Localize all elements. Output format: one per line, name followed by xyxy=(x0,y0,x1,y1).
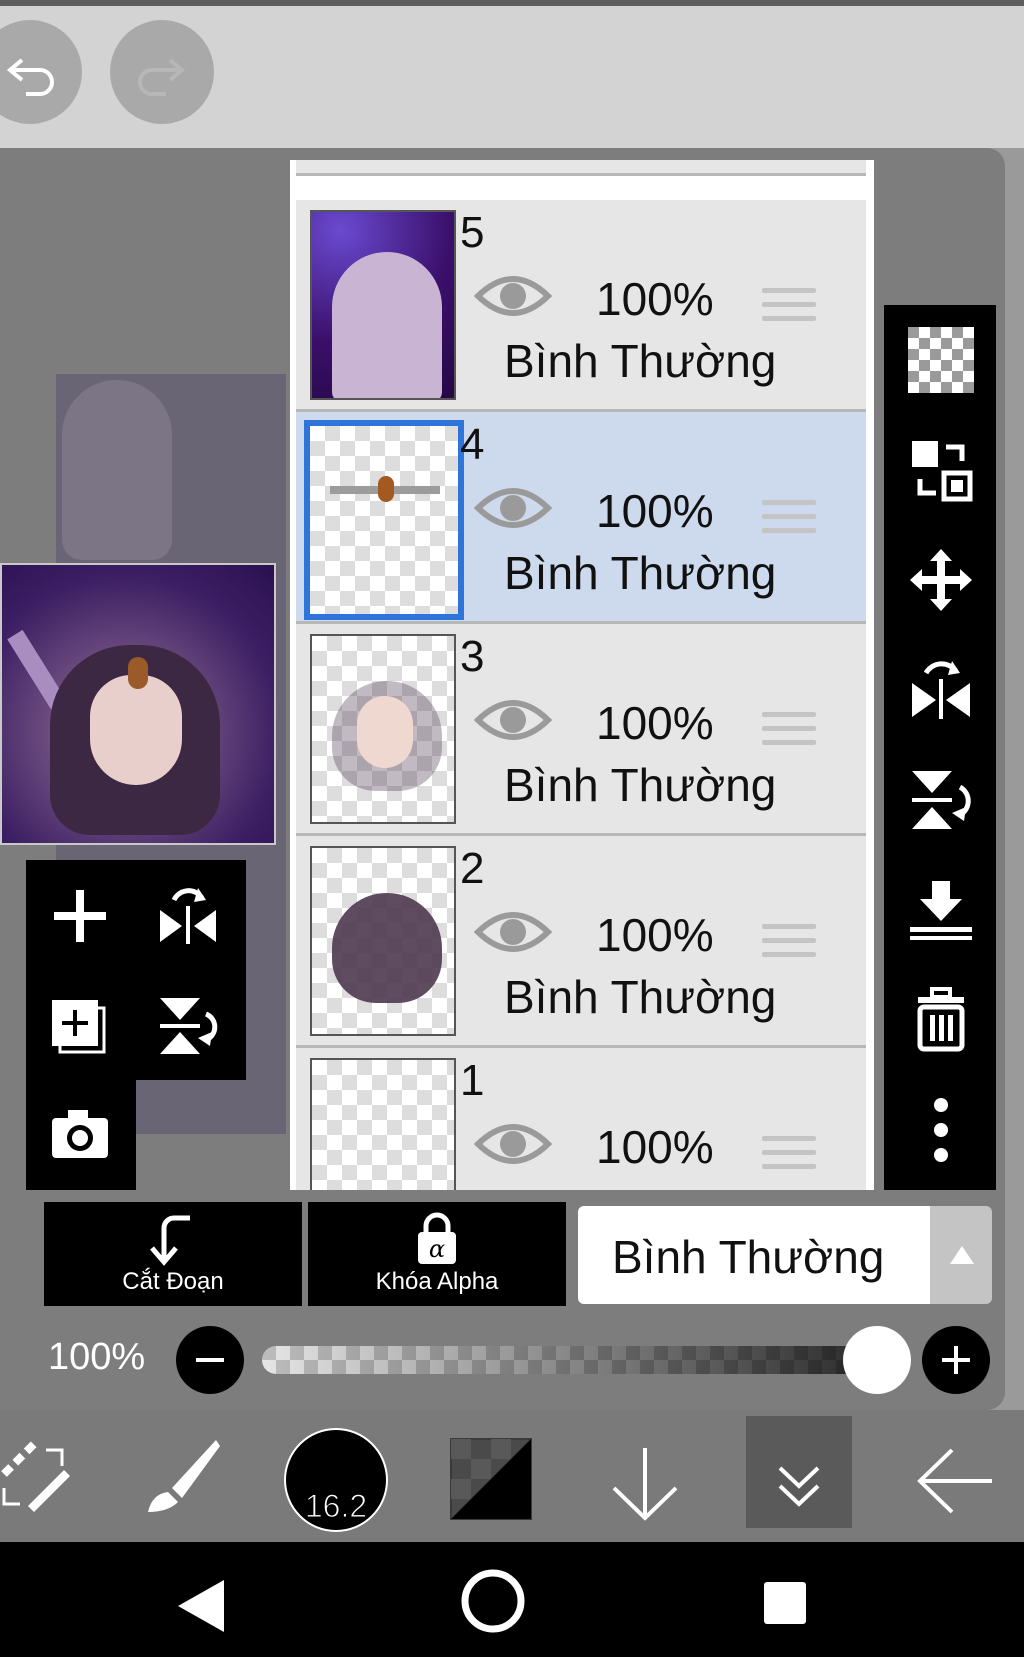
undo-icon xyxy=(6,58,54,96)
caret-up-icon xyxy=(950,1246,974,1264)
preview-face xyxy=(90,675,182,785)
alpha-lock-button[interactable]: α Khóa Alpha xyxy=(308,1202,566,1306)
redo-icon xyxy=(138,58,186,96)
blend-mode-dropdown-button[interactable] xyxy=(930,1206,992,1304)
layer-row[interactable]: 1 100% xyxy=(296,1048,866,1190)
blend-mode-select[interactable]: Bình Thường xyxy=(578,1206,930,1304)
flip-vertical-icon[interactable] xyxy=(158,996,218,1056)
more-options-icon[interactable] xyxy=(908,1097,974,1163)
layer-blend-mode: Bình Thường xyxy=(504,547,777,599)
eye-icon[interactable] xyxy=(474,480,552,536)
top-bar xyxy=(0,0,1024,148)
canvas-preview[interactable] xyxy=(0,563,276,845)
brush-tool-icon[interactable] xyxy=(142,1436,222,1516)
lock-icon: α xyxy=(418,1212,456,1264)
drag-handle-icon[interactable] xyxy=(762,712,816,754)
arrow-down-icon[interactable] xyxy=(610,1446,680,1522)
eye-icon[interactable] xyxy=(474,268,552,324)
clip-button[interactable]: Cắt Đoạn xyxy=(44,1202,302,1306)
nav-back-icon[interactable] xyxy=(176,1578,226,1634)
left-toolbar-bottom xyxy=(26,1080,136,1190)
opacity-decrease-button[interactable] xyxy=(176,1326,244,1394)
preview-gem xyxy=(128,657,148,689)
left-toolbar xyxy=(26,860,246,1080)
flip-vertical-icon[interactable] xyxy=(908,767,974,833)
clip-label: Cắt Đoạn xyxy=(122,1268,224,1295)
brush-size-value: 16.2 xyxy=(304,1488,368,1525)
layer-row-hidden[interactable] xyxy=(296,160,866,176)
duplicate-layer-icon[interactable] xyxy=(50,996,110,1056)
layer-opacity: 100% xyxy=(596,273,714,325)
thumbnail-gem xyxy=(378,476,394,502)
layer-row[interactable]: 5 100% Bình Thường xyxy=(296,200,866,412)
thumbnail-silhouette xyxy=(332,252,442,398)
opacity-slider-track[interactable] xyxy=(262,1346,894,1374)
layer-number: 3 xyxy=(460,632,485,681)
back-arrow-icon[interactable] xyxy=(914,1446,994,1516)
drag-handle-icon[interactable] xyxy=(762,1136,816,1178)
plus-icon xyxy=(942,1346,970,1374)
layer-opacity: 100% xyxy=(596,1121,714,1173)
layer-thumbnail xyxy=(310,634,456,824)
move-icon[interactable] xyxy=(908,547,974,613)
transparency-icon[interactable] xyxy=(908,327,974,393)
camera-icon[interactable] xyxy=(50,1104,110,1164)
opacity-slider-thumb[interactable] xyxy=(843,1326,911,1394)
selection-tool-icon[interactable] xyxy=(0,1440,74,1514)
blend-mode-value: Bình Thường xyxy=(612,1231,885,1283)
opacity-increase-button[interactable] xyxy=(922,1326,990,1394)
layer-number: 4 xyxy=(460,420,485,469)
minus-icon xyxy=(196,1358,224,1362)
layer-row[interactable]: 2 100% Bình Thường xyxy=(296,836,866,1048)
thumbnail-hair xyxy=(332,893,442,1003)
layer-thumbnail xyxy=(310,846,456,1036)
swap-layers-icon[interactable] xyxy=(908,437,974,503)
layer-number: 2 xyxy=(460,844,485,893)
drag-handle-icon[interactable] xyxy=(762,924,816,966)
eye-icon[interactable] xyxy=(474,692,552,748)
color-swatch-icon[interactable] xyxy=(450,1438,532,1520)
opacity-value: 100% xyxy=(48,1336,146,1378)
merge-down-icon[interactable] xyxy=(908,877,974,943)
alpha-lock-label: Khóa Alpha xyxy=(375,1268,499,1295)
brush-size-button[interactable]: 16.2 xyxy=(284,1428,388,1532)
canvas-art xyxy=(62,380,172,560)
right-toolbar xyxy=(884,305,996,1190)
eye-icon[interactable] xyxy=(474,1116,552,1172)
collapse-icon[interactable] xyxy=(776,1460,822,1510)
drag-handle-icon[interactable] xyxy=(762,288,816,330)
drag-handle-icon[interactable] xyxy=(762,500,816,542)
layer-thumbnail xyxy=(310,210,456,400)
layer-number: 5 xyxy=(460,208,485,257)
layer-opacity: 100% xyxy=(596,909,714,961)
top-divider xyxy=(0,0,1024,6)
thumbnail-face xyxy=(357,696,413,768)
layer-blend-mode: Bình Thường xyxy=(504,335,777,387)
layer-number: 1 xyxy=(460,1056,485,1105)
layer-row-selected[interactable]: 4 100% Bình Thường xyxy=(296,412,866,624)
eye-icon[interactable] xyxy=(474,904,552,960)
layer-blend-mode: Bình Thường xyxy=(504,759,777,811)
layer-thumbnail xyxy=(304,420,464,620)
nav-home-icon[interactable] xyxy=(460,1568,526,1634)
flip-horizontal-icon[interactable] xyxy=(908,657,974,723)
undo-button[interactable] xyxy=(0,20,82,124)
layer-row[interactable]: 3 100% Bình Thường xyxy=(296,624,866,836)
layer-blend-mode: Bình Thường xyxy=(504,971,777,1023)
clip-icon xyxy=(150,1215,190,1266)
svg-text:α: α xyxy=(429,1235,445,1263)
trash-icon[interactable] xyxy=(908,987,974,1053)
nav-recents-icon[interactable] xyxy=(762,1580,808,1626)
layer-thumbnail xyxy=(310,1058,456,1190)
layer-opacity: 100% xyxy=(596,697,714,749)
flip-horizontal-icon[interactable] xyxy=(158,886,218,946)
add-layer-icon[interactable] xyxy=(50,886,110,946)
system-navigation-bar xyxy=(0,1542,1024,1657)
redo-button[interactable] xyxy=(110,20,214,124)
layers-panel[interactable]: 5 100% Bình Thường 4 100% Bình Thường 3 … xyxy=(290,160,874,1190)
layer-opacity: 100% xyxy=(596,485,714,537)
